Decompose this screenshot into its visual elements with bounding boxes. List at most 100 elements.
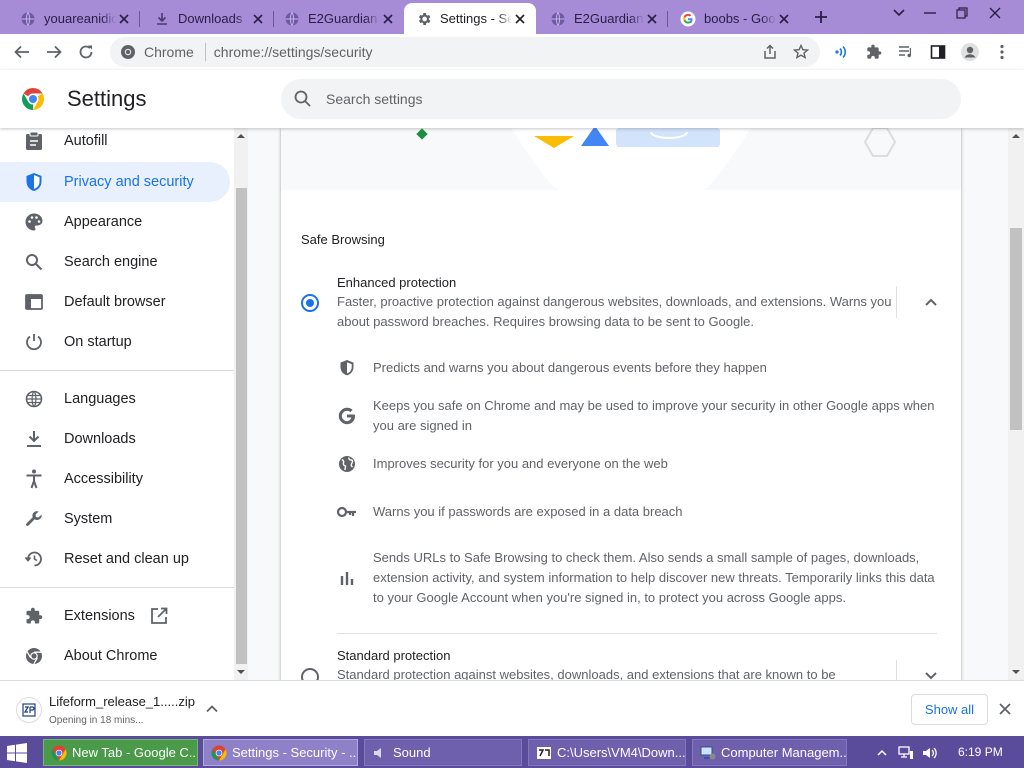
- download-icon: [24, 429, 44, 449]
- close-icon[interactable]: [644, 11, 660, 27]
- taskbar-item-explorer[interactable]: C:\Users\VM4\Down...: [528, 739, 686, 766]
- browser-window-icon: [24, 292, 44, 312]
- close-icon[interactable]: [776, 11, 792, 27]
- more-menu-icon[interactable]: [988, 38, 1016, 66]
- browser-toolbar: Chrome chrome://settings/security: [0, 34, 1024, 70]
- security-card: Safe Browsing Enhanced protection Faster…: [281, 128, 961, 680]
- enhanced-protection-radio[interactable]: [301, 294, 319, 312]
- back-button[interactable]: [8, 38, 36, 66]
- collapse-enhanced-button[interactable]: [921, 292, 941, 312]
- sidebar-item-accessibility[interactable]: Accessibility: [0, 459, 230, 499]
- download-item[interactable]: Lifeform_release_1.....zip Opening in 18…: [6, 687, 228, 731]
- media-cast-icon[interactable]: [828, 38, 856, 66]
- sidebar-item-appearance[interactable]: Appearance: [0, 202, 230, 242]
- new-tab-button[interactable]: [808, 6, 834, 28]
- forward-button[interactable]: [40, 38, 68, 66]
- close-window-button[interactable]: [981, 2, 1009, 24]
- key-icon: [337, 502, 357, 522]
- tray-overflow-icon[interactable]: [874, 745, 890, 761]
- close-icon[interactable]: [512, 11, 528, 27]
- scroll-up-arrow[interactable]: [1012, 132, 1020, 140]
- sidebar-item-extensions[interactable]: Extensions: [0, 596, 230, 636]
- volume-icon[interactable]: [922, 745, 938, 761]
- sidebar-item-autofill[interactable]: Autofill: [0, 128, 230, 161]
- download-shelf: Lifeform_release_1.....zip Opening in 18…: [0, 680, 1024, 736]
- url-text: chrome://settings/security: [213, 44, 373, 60]
- globe-icon: [24, 389, 44, 409]
- enhanced-protection-title: Enhanced protection: [337, 275, 457, 290]
- chevron-up-icon[interactable]: [204, 701, 220, 717]
- tab-e2guardian-2[interactable]: E2Guardian: [538, 3, 668, 34]
- enhanced-protection-desc: Faster, proactive protection against dan…: [337, 294, 892, 329]
- taskbar-item-new-tab[interactable]: New Tab - Google C...: [43, 739, 198, 766]
- chevron-down-icon: [925, 672, 937, 680]
- globe-icon: [337, 454, 357, 474]
- side-panel-icon[interactable]: [924, 38, 952, 66]
- sidebar-item-system[interactable]: System: [0, 499, 230, 539]
- share-icon[interactable]: [761, 43, 779, 61]
- sidebar-item-default-browser[interactable]: Default browser: [0, 282, 230, 322]
- scroll-up-arrow[interactable]: [237, 132, 245, 140]
- speaker-icon: [371, 744, 389, 762]
- show-all-button[interactable]: Show all: [911, 694, 988, 725]
- address-bar[interactable]: Chrome chrome://settings/security: [110, 37, 820, 67]
- chrome-site-icon: [120, 44, 136, 60]
- puzzle-icon: [24, 606, 44, 626]
- minimize-button[interactable]: [916, 2, 944, 24]
- reload-button[interactable]: [72, 38, 100, 66]
- google-icon: [680, 11, 696, 27]
- sidebar-item-downloads[interactable]: Downloads: [0, 419, 230, 459]
- standard-protection-title: Standard protection: [337, 648, 451, 663]
- scroll-down-arrow[interactable]: [237, 668, 245, 676]
- restore-button[interactable]: [948, 2, 976, 24]
- taskbar-clock[interactable]: 6:19 PM: [958, 745, 1003, 759]
- settings-search-box[interactable]: [281, 79, 961, 119]
- close-icon[interactable]: [250, 11, 266, 27]
- taskbar-item-computer-management[interactable]: Computer Managem...: [692, 739, 847, 766]
- search-icon: [24, 252, 44, 272]
- taskbar-item-settings[interactable]: Settings - Security - ...: [203, 739, 358, 766]
- expand-standard-button[interactable]: [921, 666, 941, 680]
- tab-downloads[interactable]: Downloads: [142, 3, 274, 34]
- globe-icon: [284, 11, 300, 27]
- page-title: Settings: [67, 86, 147, 111]
- shield-icon: [24, 172, 44, 192]
- main-scrollbar[interactable]: [1008, 128, 1024, 680]
- profile-avatar-icon[interactable]: [956, 38, 984, 66]
- bookmark-star-icon[interactable]: [792, 43, 810, 61]
- chevron-up-icon: [925, 298, 937, 306]
- chrome-icon: [210, 744, 228, 762]
- search-input[interactable]: [326, 91, 926, 107]
- close-icon[interactable]: [380, 11, 396, 27]
- sidebar-item-about-chrome[interactable]: About Chrome: [0, 636, 230, 676]
- windows-start-icon[interactable]: [6, 742, 28, 764]
- sidebar-scroll-thumb[interactable]: [236, 188, 247, 664]
- sidebar-item-privacy-security[interactable]: Privacy and security: [0, 162, 230, 202]
- tab-e2guardian-1[interactable]: E2Guardian: [272, 3, 404, 34]
- chrome-logo-icon: [21, 87, 45, 111]
- site-chip: Chrome: [144, 44, 194, 60]
- scroll-down-arrow[interactable]: [1012, 668, 1020, 676]
- main-scroll-thumb[interactable]: [1010, 228, 1022, 430]
- extensions-puzzle-icon[interactable]: [860, 38, 888, 66]
- sidebar-scrollbar[interactable]: [234, 128, 248, 680]
- sidebar-item-search-engine[interactable]: Search engine: [0, 242, 230, 282]
- tab-youareanidiot[interactable]: youareanidiot: [8, 3, 140, 34]
- media-queue-icon[interactable]: [892, 38, 920, 66]
- tab-search-button[interactable]: [885, 2, 913, 24]
- sidebar-item-reset-clean-up[interactable]: Reset and clean up: [0, 539, 230, 579]
- clipboard-icon: [24, 131, 44, 151]
- tab-settings-security[interactable]: Settings - Security: [404, 3, 536, 34]
- close-icon[interactable]: [116, 11, 132, 27]
- close-icon[interactable]: [996, 700, 1014, 718]
- tab-google-search[interactable]: boobs - Google: [668, 3, 800, 34]
- taskbar-item-sound[interactable]: Sound: [364, 739, 522, 766]
- gear-icon: [416, 11, 432, 27]
- sidebar-item-on-startup[interactable]: On startup: [0, 322, 230, 362]
- standard-protection-radio[interactable]: [301, 668, 319, 680]
- google-g-icon: [337, 406, 357, 426]
- network-icon[interactable]: [898, 745, 914, 761]
- sidebar-item-languages[interactable]: Languages: [0, 379, 230, 419]
- search-icon: [293, 89, 313, 109]
- palette-icon: [24, 212, 44, 232]
